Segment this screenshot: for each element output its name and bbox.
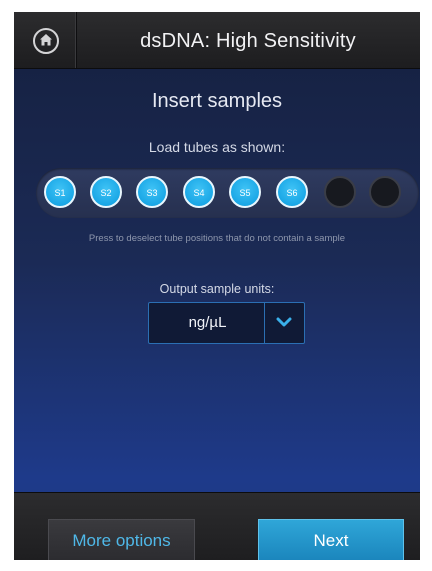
more-options-button[interactable]: More options — [48, 519, 195, 560]
next-button[interactable]: Next — [258, 519, 404, 560]
header-bar: dsDNA: High Sensitivity — [14, 12, 420, 69]
output-units-value: ng/µL — [188, 314, 227, 331]
output-units-label: Output sample units: — [159, 282, 275, 296]
tube-position-8[interactable] — [369, 176, 401, 208]
units-dropdown-toggle[interactable] — [264, 303, 304, 343]
tube-position-s4[interactable]: S4 — [183, 176, 215, 208]
tube-position-s6[interactable]: S6 — [276, 176, 308, 208]
tube-position-s5[interactable]: S5 — [229, 176, 261, 208]
load-tubes-label: Load tubes as shown: — [148, 139, 286, 155]
tube-position-s1[interactable]: S1 — [44, 176, 76, 208]
assay-title: dsDNA: High Sensitivity — [140, 30, 356, 52]
footer-bar: More options Next — [14, 492, 420, 560]
deselect-hint: Press to deselect tube positions that do… — [88, 233, 346, 244]
home-icon — [33, 28, 59, 54]
home-button[interactable] — [14, 12, 77, 68]
app-screen: dsDNA: High Sensitivity Insert samples L… — [14, 12, 420, 560]
tube-position-s3[interactable]: S3 — [136, 176, 168, 208]
output-units-select[interactable]: ng/µL — [148, 302, 305, 344]
page-title: Insert samples — [151, 90, 283, 112]
chevron-down-icon — [276, 317, 292, 327]
tube-position-7[interactable] — [324, 176, 356, 208]
tube-position-s2[interactable]: S2 — [90, 176, 122, 208]
tube-tray: S1 S2 S3 S4 S5 S6 — [36, 168, 419, 218]
